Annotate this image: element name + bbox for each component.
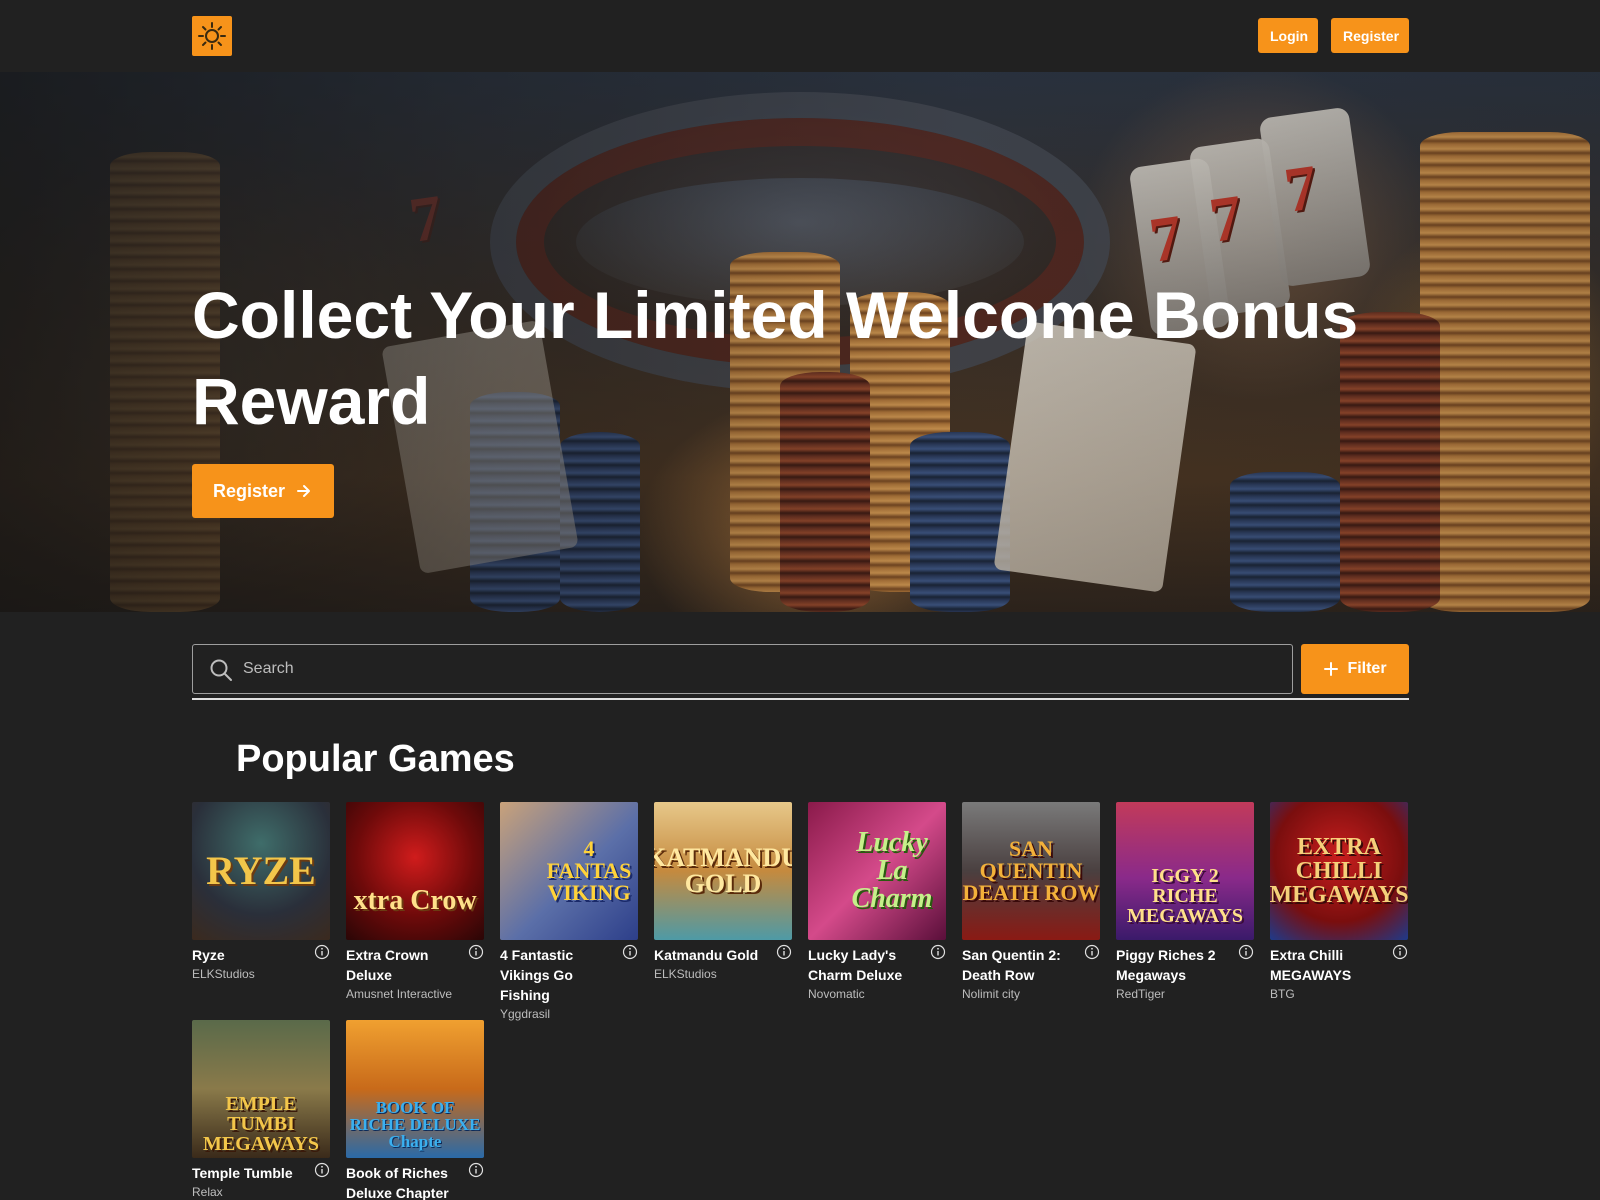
top-header: Login Register (0, 0, 1600, 72)
game-thumbnail-title: EMPLE TUMBI MEGAWAYS (203, 1093, 319, 1155)
game-card[interactable]: xtra Crow Extra Crown Deluxe Amusnet Int… (346, 802, 484, 1001)
game-card[interactable]: RYZE Ryze ELKStudios (192, 802, 330, 981)
search-box[interactable] (192, 644, 1293, 694)
game-thumbnail[interactable]: Lucky La Charm (808, 802, 946, 940)
info-icon[interactable] (622, 944, 638, 960)
game-name[interactable]: San Quentin 2: Death Row (962, 945, 1080, 985)
divider (192, 698, 1409, 700)
game-name[interactable]: Lucky Lady's Charm Deluxe (808, 945, 926, 985)
game-thumbnail-title: KATMANDU GOLD (654, 843, 792, 898)
game-thumbnail-title: RYZE (206, 848, 316, 893)
search-input[interactable] (243, 645, 1283, 693)
game-thumbnail[interactable]: EMPLE TUMBI MEGAWAYS (192, 1020, 330, 1158)
game-thumbnail-title: Lucky La Charm (851, 827, 933, 914)
section-title-popular-games: Popular Games (236, 738, 515, 780)
game-thumbnail[interactable]: KATMANDU GOLD (654, 802, 792, 940)
game-name[interactable]: Temple Tumble (192, 1163, 310, 1183)
plus-icon (1324, 662, 1339, 676)
info-icon[interactable] (1238, 944, 1254, 960)
info-icon[interactable] (1084, 944, 1100, 960)
game-thumbnail[interactable]: RYZE (192, 802, 330, 940)
game-name[interactable]: Extra Crown Deluxe (346, 945, 464, 985)
info-icon[interactable] (468, 944, 484, 960)
filter-button-label: Filter (1347, 660, 1387, 677)
sun-icon (198, 22, 226, 50)
register-button-label: Register (212, 480, 286, 501)
game-thumbnail[interactable]: IGGY 2 RICHE MEGAWAYS (1116, 802, 1254, 940)
login-button[interactable]: Login (1258, 18, 1318, 53)
game-thumbnail-title: IGGY 2 RICHE MEGAWAYS (1127, 865, 1243, 927)
game-thumbnail-title: EXTRA CHILLI MEGAWAYS (1270, 834, 1408, 908)
game-thumbnail[interactable]: SAN QUENTIN DEATH ROW (962, 802, 1100, 940)
filter-button[interactable]: Filter (1301, 644, 1409, 694)
game-card[interactable]: Lucky La Charm Lucky Lady's Charm Deluxe… (808, 802, 946, 1001)
game-thumbnail-title: BOOK OF RICHE DELUXE Chapte (349, 1097, 481, 1151)
game-thumbnail-title: SAN QUENTIN DEATH ROW (962, 836, 1100, 905)
game-name[interactable]: Extra Chilli MEGAWAYS (1270, 945, 1388, 985)
info-icon[interactable] (314, 1162, 330, 1178)
game-name[interactable]: Ryze (192, 945, 310, 965)
info-icon[interactable] (468, 1162, 484, 1178)
game-card[interactable]: KATMANDU GOLD Katmandu Gold ELKStudios (654, 802, 792, 981)
info-icon[interactable] (314, 944, 330, 960)
game-provider: Amusnet Interactive (346, 987, 453, 1001)
hero-title: Collect Your Limited Welcome Bonus Rewar… (192, 278, 1359, 438)
game-provider: Nolimit city (962, 987, 1021, 1001)
arrow-right-icon (297, 485, 311, 497)
info-icon[interactable] (776, 944, 792, 960)
game-provider: Yggdrasil (500, 1007, 551, 1021)
register-button-hero[interactable]: Register (192, 464, 334, 518)
info-icon[interactable] (930, 944, 946, 960)
game-card[interactable]: IGGY 2 RICHE MEGAWAYS Piggy Riches 2 Meg… (1116, 802, 1254, 1001)
game-provider: Novomatic (808, 987, 865, 1001)
register-button-header[interactable]: Register (1331, 18, 1409, 53)
game-thumbnail-title: 4 FANTAS VIKING (546, 836, 632, 905)
game-provider: Relax (192, 1185, 223, 1199)
game-provider: BTG (1270, 987, 1295, 1001)
game-name[interactable]: Piggy Riches 2 Megaways (1116, 945, 1234, 985)
game-name[interactable]: 4 Fantastic Vikings Go Fishing (500, 945, 618, 1005)
search-icon (210, 659, 232, 681)
game-provider: ELKStudios (654, 967, 717, 981)
game-thumbnail[interactable]: xtra Crow (346, 802, 484, 940)
game-provider: RedTiger (1116, 987, 1165, 1001)
info-icon[interactable] (1392, 944, 1408, 960)
game-thumbnail-title: xtra Crow (353, 885, 477, 916)
game-card[interactable]: EMPLE TUMBI MEGAWAYS Temple Tumble Relax (192, 1020, 330, 1199)
game-thumbnail[interactable]: EXTRA CHILLI MEGAWAYS (1270, 802, 1408, 940)
game-card[interactable]: SAN QUENTIN DEATH ROW San Quentin 2: Dea… (962, 802, 1100, 1001)
game-name[interactable]: Book of Riches Deluxe Chapter (346, 1163, 464, 1200)
game-card[interactable]: BOOK OF RICHE DELUXE Chapte Book of Rich… (346, 1020, 484, 1200)
logo[interactable] (192, 16, 232, 56)
game-card[interactable]: 4 FANTAS VIKING 4 Fantastic Vikings Go F… (500, 802, 638, 1021)
game-card[interactable]: EXTRA CHILLI MEGAWAYS Extra Chilli MEGAW… (1270, 802, 1408, 1001)
game-name[interactable]: Katmandu Gold (654, 945, 772, 965)
game-provider: ELKStudios (192, 967, 255, 981)
game-thumbnail[interactable]: BOOK OF RICHE DELUXE Chapte (346, 1020, 484, 1158)
game-thumbnail[interactable]: 4 FANTAS VIKING (500, 802, 638, 940)
